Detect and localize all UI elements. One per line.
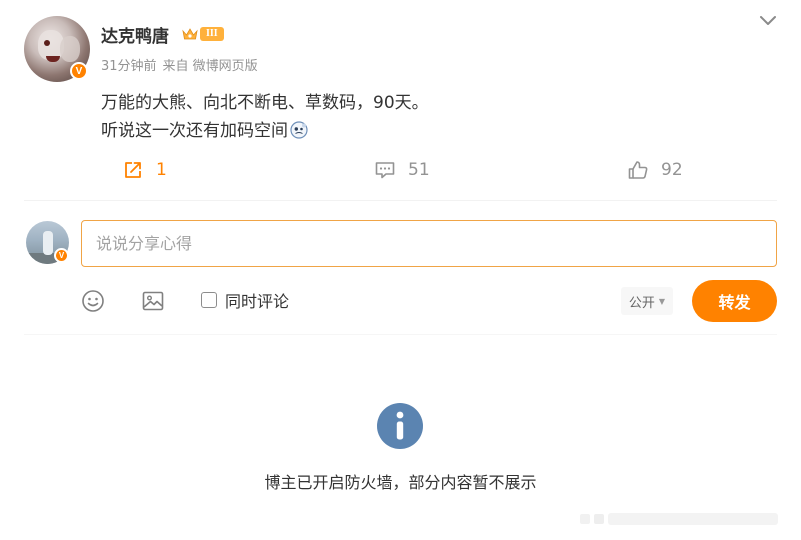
post-meta: 31分钟前 来自 微博网页版 [101, 55, 258, 74]
repost-button[interactable]: 1 [122, 157, 167, 183]
divider [24, 200, 777, 201]
sync-comment-label: 同时评论 [225, 292, 290, 311]
crown-icon [182, 28, 198, 40]
visibility-select[interactable]: 公开 ▼ [621, 287, 673, 315]
post-content: 万能的大熊、向北不断电、草数码，90天。 听说这一次还有加码空间 [101, 89, 429, 145]
sync-comment-checkbox[interactable]: 同时评论 [201, 289, 289, 311]
comment-button[interactable]: 51 [374, 157, 430, 183]
author-name[interactable]: 达克鸭唐 [101, 22, 169, 47]
repost-submit-button[interactable]: 转发 [692, 280, 777, 322]
visibility-value: 公开 [628, 295, 655, 311]
repost-comment-input[interactable] [81, 220, 777, 267]
info-icon [377, 403, 423, 449]
post-time[interactable]: 31分钟前 [101, 59, 157, 74]
weibo-post-page: V 达克鸭唐 III 31分钟前 来自 微博网页版 万能的大熊、向北不断电、草数码… [0, 0, 801, 540]
user-level-badge[interactable]: III [182, 25, 224, 43]
post-text-line-1: 万能的大熊、向北不断电、草数码，90天。 [101, 93, 429, 113]
post-source: 来自 微博网页版 [162, 59, 258, 74]
caret-down-icon: ▼ [658, 296, 666, 306]
emoji-icon[interactable] [81, 289, 105, 313]
thumbs-up-icon [628, 161, 648, 179]
checkbox[interactable] [201, 292, 217, 308]
repost-count: 1 [156, 160, 167, 180]
watermark [580, 513, 778, 525]
thinking-emoji-icon [290, 121, 308, 139]
comment-icon [375, 162, 395, 179]
section-divider [24, 334, 777, 335]
post-text-line-2-text: 听说这一次还有加码空间 [101, 121, 288, 141]
chevron-down-icon[interactable] [758, 12, 778, 30]
repost-icon [125, 162, 141, 178]
verified-badge-icon: V [54, 248, 69, 263]
verified-badge-icon: V [70, 62, 88, 80]
image-icon[interactable] [141, 289, 165, 313]
like-count: 92 [661, 160, 683, 180]
firewall-notice: 博主已开启防火墙，部分内容暂不展示 [264, 473, 537, 492]
post-text-line-2: 听说这一次还有加码空间 [101, 117, 429, 145]
like-button[interactable]: 92 [627, 157, 683, 183]
comment-count: 51 [408, 160, 430, 180]
level-text: III [200, 27, 224, 41]
